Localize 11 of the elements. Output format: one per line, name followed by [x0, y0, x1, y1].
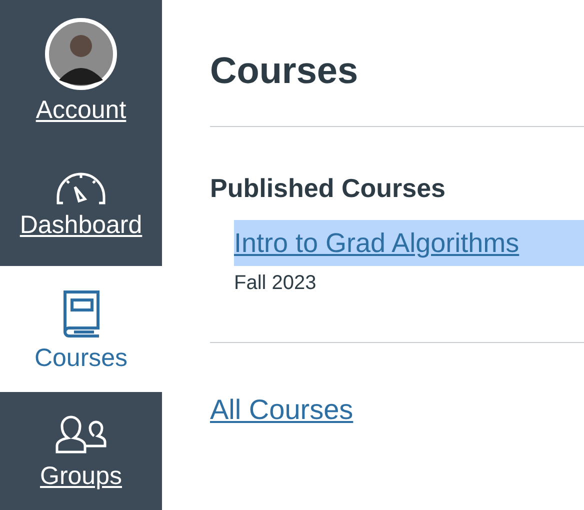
section-title: Published Courses	[210, 172, 446, 206]
course-term: Fall 2023	[234, 271, 318, 296]
avatar-icon	[45, 18, 117, 90]
nav-item[interactable]: Groups	[0, 392, 162, 510]
course-link[interactable]: Intro to Grad Algorithms	[234, 220, 584, 266]
nav-item[interactable]: Dashboard	[0, 140, 162, 266]
nav-item[interactable]: Account	[0, 0, 162, 140]
people-icon	[54, 414, 108, 456]
page-title: Courses	[210, 49, 360, 93]
all-courses-link[interactable]: All Courses	[210, 389, 584, 432]
nav-item[interactable]: Courses	[0, 266, 162, 392]
